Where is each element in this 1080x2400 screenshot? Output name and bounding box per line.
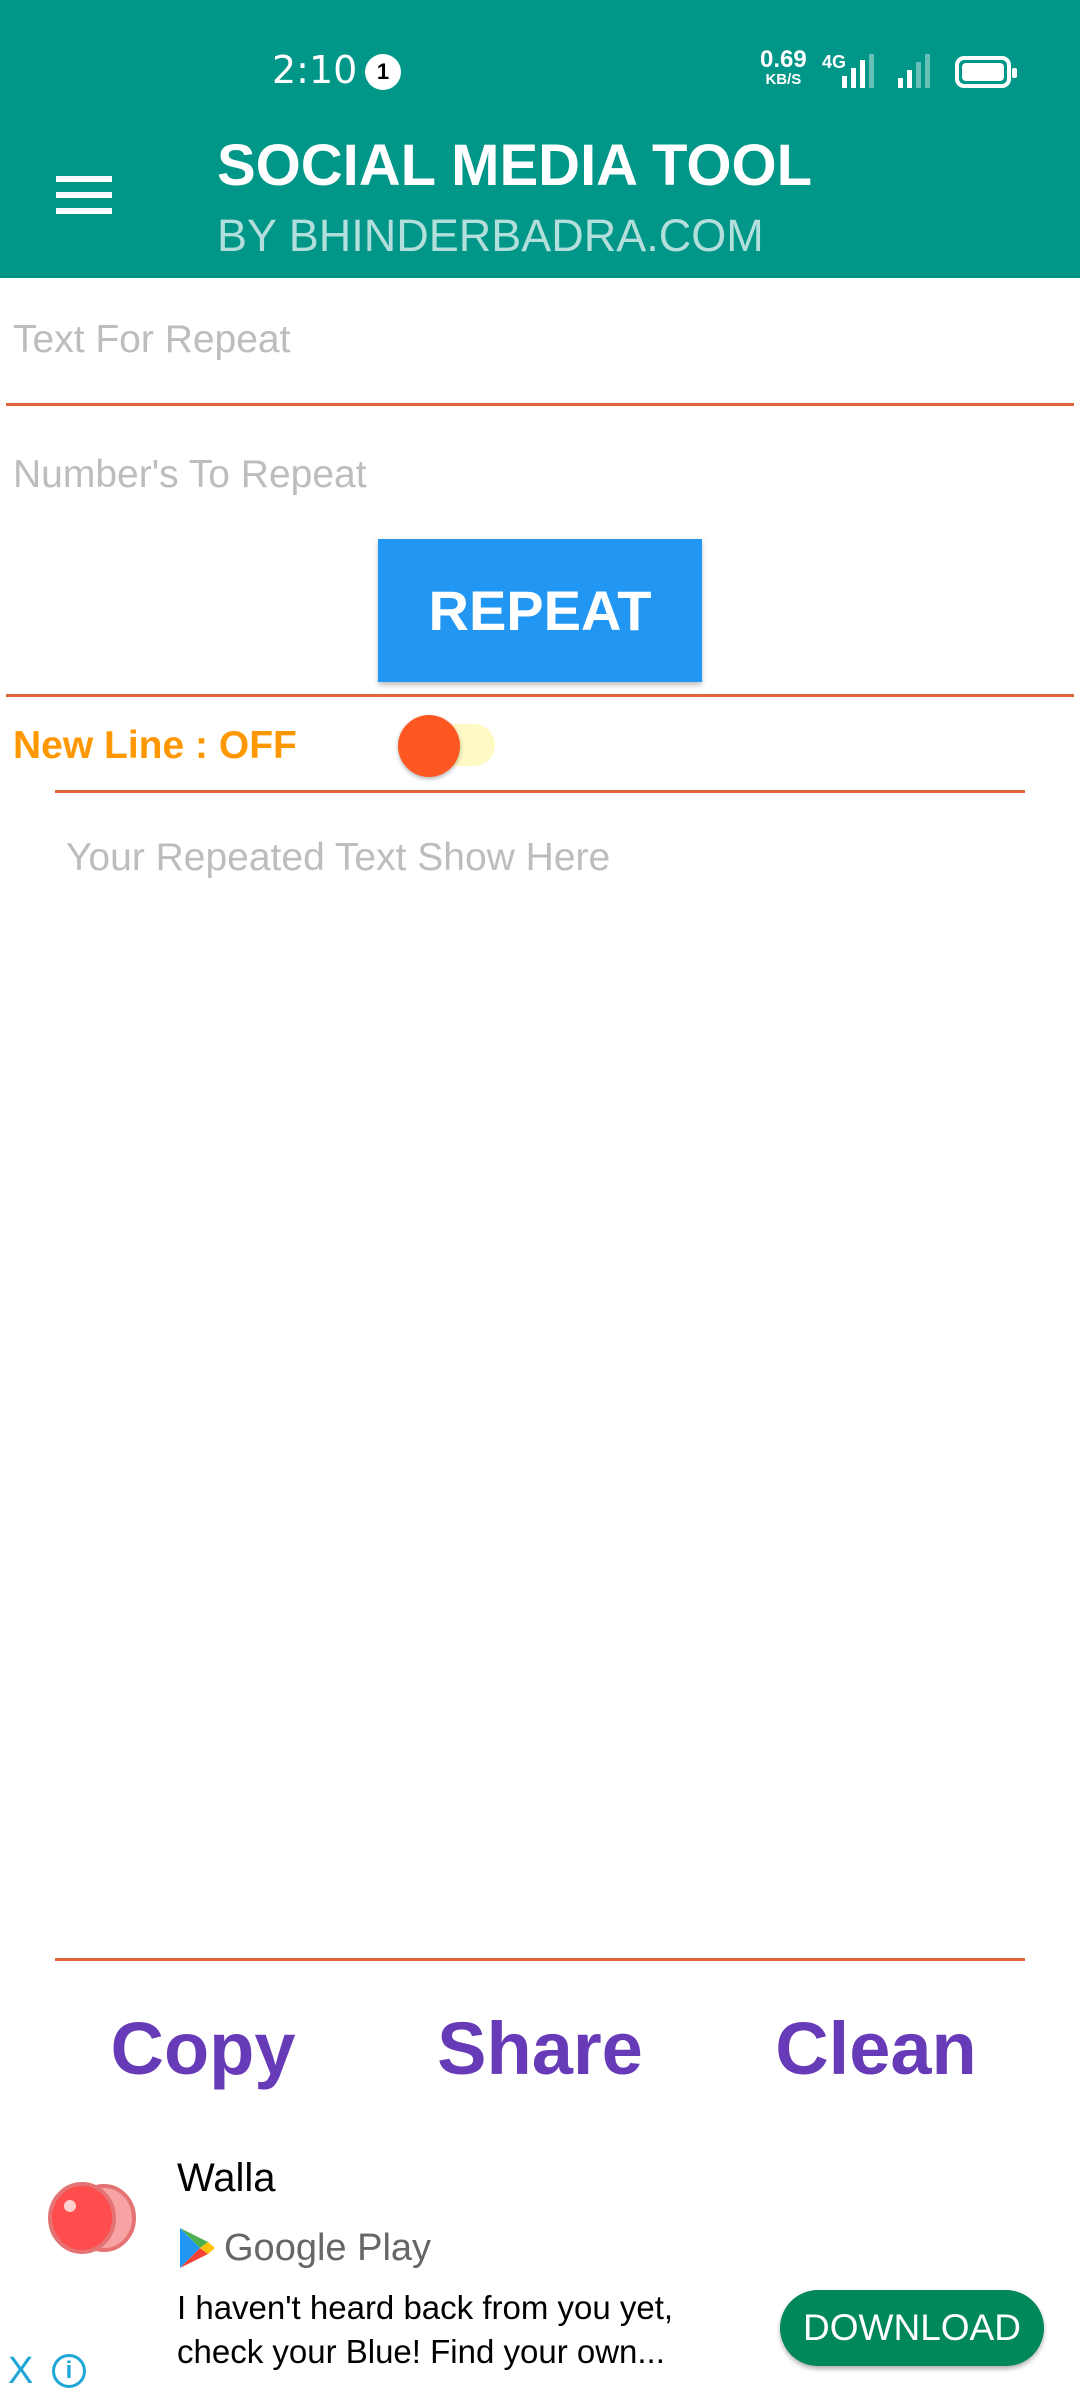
app-title: SOCIAL MEDIA TOOL — [217, 133, 813, 198]
store-name: Google Play — [224, 2226, 432, 2269]
battery-icon — [955, 56, 1017, 88]
divider — [6, 403, 1074, 406]
repeat-button[interactable]: REPEAT — [378, 539, 702, 682]
network-speed: 0.69 KB/S — [760, 48, 807, 90]
ad-close-icon[interactable]: X — [8, 2350, 33, 2393]
google-play-badge: Google Play — [178, 2226, 431, 2270]
speed-unit: KB/S — [765, 71, 802, 88]
speed-value: 0.69 — [760, 46, 807, 73]
output-text-area[interactable]: Your Repeated Text Show Here — [66, 836, 610, 880]
divider — [55, 790, 1025, 793]
hamburger-icon[interactable] — [56, 176, 112, 214]
divider — [6, 694, 1074, 697]
number-to-repeat-input[interactable] — [13, 445, 1073, 505]
ad-description: I haven't heard back from you yet, check… — [177, 2289, 674, 2370]
new-line-toggle-thumb[interactable] — [398, 715, 460, 777]
ad-title[interactable]: Walla — [177, 2156, 276, 2201]
download-button[interactable]: DOWNLOAD — [780, 2290, 1044, 2366]
walla-app-icon[interactable] — [40, 2178, 140, 2260]
notification-badge: 1 — [365, 54, 401, 90]
google-play-icon — [180, 2228, 215, 2268]
new-line-label: New Line : OFF — [13, 724, 297, 767]
ad-info-icon[interactable]: i — [52, 2354, 86, 2388]
share-button[interactable]: Share — [437, 2006, 643, 2091]
copy-button[interactable]: Copy — [111, 2006, 296, 2091]
divider — [55, 1958, 1025, 1961]
app-subtitle: BY BHINDERBADRA.COM — [217, 210, 764, 261]
signal-icon — [842, 54, 874, 88]
clean-button[interactable]: Clean — [775, 2006, 977, 2091]
text-for-repeat-input[interactable] — [13, 310, 1073, 370]
status-time: 2:10 — [272, 48, 358, 92]
signal-icon-2 — [898, 54, 930, 88]
